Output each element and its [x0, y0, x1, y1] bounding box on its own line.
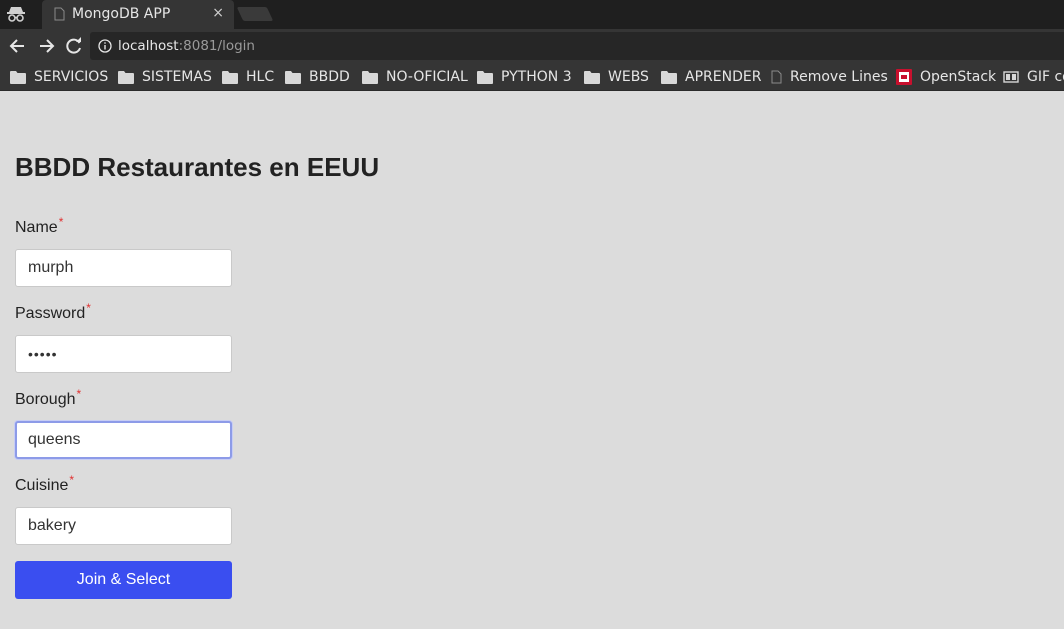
- bookmark-folder-hlc[interactable]: HLC: [222, 68, 274, 86]
- required-mark: *: [76, 387, 82, 401]
- folder-icon: [118, 71, 134, 84]
- bookmark-folder-webs[interactable]: WEBS: [584, 68, 649, 86]
- bookmark-folder-python3[interactable]: PYTHON 3: [477, 68, 572, 86]
- bookmark-label: NO-OFICIAL: [386, 69, 468, 85]
- folder-icon: [10, 71, 26, 84]
- bookmark-openstack[interactable]: OpenStack: [896, 68, 996, 86]
- join-select-button[interactable]: Join & Select: [15, 561, 232, 599]
- new-tab-button[interactable]: [236, 7, 274, 21]
- borough-field[interactable]: [15, 421, 232, 459]
- openstack-icon: [896, 69, 912, 85]
- bookmark-folder-no-oficial[interactable]: NO-OFICIAL: [362, 68, 468, 86]
- bookmark-remove-lines[interactable]: Remove Lines: [771, 68, 888, 86]
- url-path: :8081/login: [178, 38, 255, 54]
- info-icon[interactable]: [98, 39, 112, 53]
- bookmark-label: HLC: [246, 69, 275, 85]
- folder-icon: [222, 71, 238, 84]
- browser-tabstrip: MongoDB APP ×: [0, 0, 1064, 29]
- bookmark-folder-bbdd[interactable]: BBDD: [285, 68, 350, 86]
- address-bar[interactable]: localhost:8081/login: [90, 32, 1064, 60]
- bookmark-label: OpenStack: [920, 69, 997, 85]
- bookmark-label: SERVICIOS: [34, 69, 109, 85]
- cuisine-label-text: Cuisine: [15, 477, 69, 494]
- folder-icon: [661, 71, 677, 84]
- required-mark: *: [69, 473, 75, 487]
- folder-icon: [285, 71, 301, 84]
- page-icon: [54, 7, 65, 21]
- tab-close-icon[interactable]: ×: [212, 5, 224, 21]
- required-mark: *: [58, 215, 64, 229]
- bookmark-label: PYTHON 3: [501, 69, 572, 85]
- password-field[interactable]: [15, 335, 232, 373]
- forward-arrow-icon[interactable]: [36, 36, 56, 56]
- bookmark-label: BBDD: [309, 69, 350, 85]
- bookmark-folder-aprender[interactable]: APRENDER: [661, 68, 761, 86]
- cuisine-field[interactable]: [15, 507, 232, 545]
- borough-label: Borough*: [15, 387, 81, 409]
- incognito-icon: [7, 7, 25, 22]
- bookmark-label: Remove Lines: [790, 69, 888, 85]
- folder-icon: [362, 71, 378, 84]
- bookmarks-bar: SERVICIOS SISTEMAS HLC BBDD NO-OFICIAL P…: [0, 62, 1064, 91]
- browser-toolbar: localhost:8081/login: [0, 29, 1064, 62]
- browser-tab[interactable]: MongoDB APP ×: [42, 0, 234, 29]
- name-field[interactable]: [15, 249, 232, 287]
- back-arrow-icon[interactable]: [8, 36, 28, 56]
- url-host: localhost: [118, 38, 179, 54]
- page-title: BBDD Restaurantes en EEUU: [15, 152, 380, 182]
- borough-label-text: Borough: [15, 391, 76, 408]
- bookmark-label: SISTEMAS: [142, 69, 212, 85]
- password-label: Password*: [15, 301, 91, 323]
- bookmark-folder-sistemas[interactable]: SISTEMAS: [118, 68, 212, 86]
- bookmark-label: GIF co: [1027, 69, 1064, 85]
- folder-icon: [584, 71, 600, 84]
- page-icon: [771, 70, 782, 84]
- cuisine-label: Cuisine*: [15, 473, 74, 495]
- gif-icon: [1003, 71, 1019, 83]
- name-label-text: Name: [15, 219, 58, 236]
- reload-icon[interactable]: [64, 36, 84, 56]
- bookmark-label: APRENDER: [685, 69, 762, 85]
- required-mark: *: [86, 301, 91, 315]
- folder-icon: [477, 71, 493, 84]
- tab-title: MongoDB APP: [72, 6, 171, 22]
- bookmark-label: WEBS: [608, 69, 649, 85]
- url-text: localhost:8081/login: [118, 38, 255, 54]
- bookmark-folder-servicios[interactable]: SERVICIOS: [10, 68, 108, 86]
- name-label: Name*: [15, 215, 63, 237]
- bookmark-gif[interactable]: GIF co: [1003, 68, 1064, 86]
- password-label-text: Password: [15, 305, 86, 322]
